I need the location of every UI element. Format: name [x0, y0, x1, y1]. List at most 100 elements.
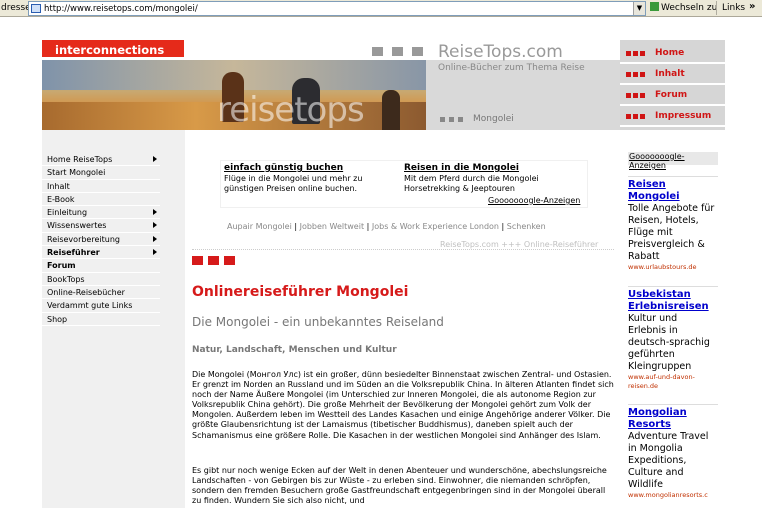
- deco-square: [458, 117, 463, 122]
- ad-text: Flüge in die Mongolei und mehr zu: [224, 174, 363, 183]
- left-nav-item[interactable]: Forum: [42, 259, 160, 273]
- ad-url[interactable]: www.auf-und-davon-reisen.de: [628, 373, 718, 391]
- left-nav-item[interactable]: Reiseführer: [42, 246, 160, 260]
- ad-title[interactable]: Reisen Mongolei: [628, 179, 718, 203]
- logo[interactable]: interconnections: [42, 40, 184, 59]
- nav-home[interactable]: Home: [620, 44, 725, 64]
- link-jobs[interactable]: Jobs & Work Experience London: [372, 222, 499, 231]
- breadcrumb: Mongolei: [473, 114, 514, 124]
- bullet-icon: [626, 114, 645, 119]
- left-nav-label: Online-Reisebücher: [47, 287, 125, 297]
- link-aupair[interactable]: Aupair Mongolei: [227, 222, 292, 231]
- banner-figure: [382, 90, 400, 130]
- google-ads-header[interactable]: Gooooooogle-Anzeigen: [628, 152, 718, 170]
- url-text: http://www.reisetops.com/mongolei/: [44, 4, 198, 14]
- nav-inhalt[interactable]: Inhalt: [620, 65, 725, 85]
- banner-text: reisetops: [217, 90, 365, 130]
- ad-text: Kultur und Erlebnis in deutsch-sprachig …: [628, 313, 710, 372]
- left-nav-label: Reiseführer: [47, 248, 100, 258]
- nav-label: Inhalt: [655, 69, 685, 79]
- nav-label: Forum: [655, 90, 688, 100]
- left-nav-item[interactable]: Einleitung: [42, 206, 160, 220]
- left-nav-item[interactable]: Start Mongolei: [42, 166, 160, 180]
- ad-title[interactable]: einfach günstig buchen: [224, 163, 343, 173]
- left-nav-item[interactable]: Shop: [42, 313, 160, 326]
- left-nav-item[interactable]: Verdammt gute Links: [42, 299, 160, 313]
- ad-title[interactable]: Reisen in die Mongolei: [404, 163, 519, 173]
- left-nav-item[interactable]: Home ReiseTops: [42, 153, 160, 167]
- left-nav-item[interactable]: Online-Reisebücher: [42, 286, 160, 300]
- left-nav-label: BookTops: [47, 274, 85, 284]
- arrow-right-icon: [153, 222, 157, 229]
- site-name[interactable]: ReiseTops.com: [438, 42, 563, 62]
- banner-image: reisetops: [42, 60, 426, 130]
- right-ad[interactable]: Reisen Mongolei Tolle Angebote für Reise…: [628, 176, 718, 276]
- left-nav-item[interactable]: E-Book: [42, 193, 160, 207]
- sep: |: [294, 222, 298, 231]
- arrow-right-icon: [153, 156, 157, 162]
- page-icon: [31, 4, 41, 13]
- link-jobben[interactable]: Jobben Weltweit: [300, 222, 365, 231]
- google-ads-link[interactable]: Gooooooogle-Anzeigen: [488, 196, 580, 205]
- nav-label: Home: [655, 48, 685, 58]
- deco-square: [412, 47, 423, 56]
- left-nav-label: Start Mongolei: [47, 168, 106, 178]
- arrow-right-icon: [153, 209, 157, 216]
- links-button[interactable]: Links: [722, 3, 745, 13]
- toolbar-separator: [716, 1, 717, 15]
- left-nav-item[interactable]: Reisevorbereitung: [42, 233, 160, 247]
- left-nav-label: Inhalt: [47, 181, 70, 191]
- ad-title[interactable]: Usbekistan Erlebnisreisen: [628, 289, 718, 313]
- deco-square: [449, 117, 454, 122]
- sep: |: [366, 222, 370, 231]
- go-arrow-icon: [650, 2, 659, 11]
- link-schenken[interactable]: Schenken: [507, 222, 546, 231]
- left-nav-label: Forum: [47, 261, 76, 271]
- ad-text: Mit dem Pferd durch die Mongolei: [404, 174, 539, 183]
- left-nav: Home ReiseTops Start Mongolei Inhalt E-Book…: [42, 153, 160, 326]
- left-nav-item[interactable]: BookTops: [42, 273, 160, 286]
- divider: [192, 249, 614, 250]
- go-button[interactable]: Wechseln zu: [650, 2, 717, 13]
- right-ad[interactable]: Usbekistan Erlebnisreisen Kultur und Erl…: [628, 286, 718, 396]
- chevron-right-icon[interactable]: »: [749, 1, 755, 12]
- bullet-icon: [626, 93, 645, 98]
- bullet-icon: [626, 72, 645, 77]
- nav-impressum[interactable]: Impressum: [620, 107, 725, 127]
- deco-square: [440, 117, 445, 122]
- left-nav-label: Einleitung: [47, 208, 88, 218]
- deco-square: [372, 47, 383, 56]
- deco-square: [224, 256, 235, 265]
- left-nav-label: Verdammt gute Links: [47, 301, 133, 311]
- deco-square: [192, 256, 203, 265]
- paragraph: Die Mongolei (Монгол Улс) ist ein großer…: [192, 370, 614, 440]
- ad-url[interactable]: www.urlaubstours.de: [628, 263, 718, 272]
- nav-forum[interactable]: Forum: [620, 86, 725, 106]
- left-nav-label: Home ReiseTops: [47, 155, 113, 164]
- ad-text: Adventure Travel in Mongolia Expeditions…: [628, 431, 709, 490]
- sep: |: [501, 222, 505, 231]
- ad-text: Tolle Angebote für Reisen, Hotels, Flüge…: [628, 203, 715, 262]
- left-nav-item[interactable]: Inhalt: [42, 180, 160, 193]
- deco-square: [208, 256, 219, 265]
- deco-square: [392, 47, 403, 56]
- ad-text: günstigen Preisen online buchen.: [224, 184, 358, 193]
- left-nav-item[interactable]: Wissenswertes: [42, 219, 160, 233]
- ad-url[interactable]: www.mongolianresorts.c: [628, 491, 718, 500]
- page-title: Onlinereiseführer Mongolei: [192, 284, 409, 300]
- chevron-down-icon[interactable]: ▼: [633, 2, 645, 15]
- right-ad[interactable]: Mongolian Resorts Adventure Travel in Mo…: [628, 404, 718, 504]
- address-input[interactable]: http://www.reisetops.com/mongolei/ ▼: [28, 1, 646, 16]
- ad-title[interactable]: Mongolian Resorts: [628, 407, 718, 431]
- page-subtitle: Die Mongolei - ein unbekanntes Reiseland: [192, 315, 444, 329]
- paragraph: Es gibt nur noch wenige Ecken auf der We…: [192, 466, 607, 506]
- left-nav-label: Wissenswertes: [47, 221, 107, 231]
- go-label: Wechseln zu: [661, 3, 718, 13]
- tagline: Online-Bücher zum Thema Reise: [438, 63, 585, 73]
- ad-text: Horsetrekking & Jeeptouren: [404, 184, 515, 193]
- nav-label: Impressum: [655, 111, 712, 121]
- arrow-right-icon: [153, 235, 157, 242]
- sub-link[interactable]: ReiseTops.com +++ Online-Reiseführer: [440, 240, 598, 249]
- left-nav-label: Reisevorbereitung: [47, 234, 120, 244]
- left-nav-label: Shop: [47, 314, 68, 324]
